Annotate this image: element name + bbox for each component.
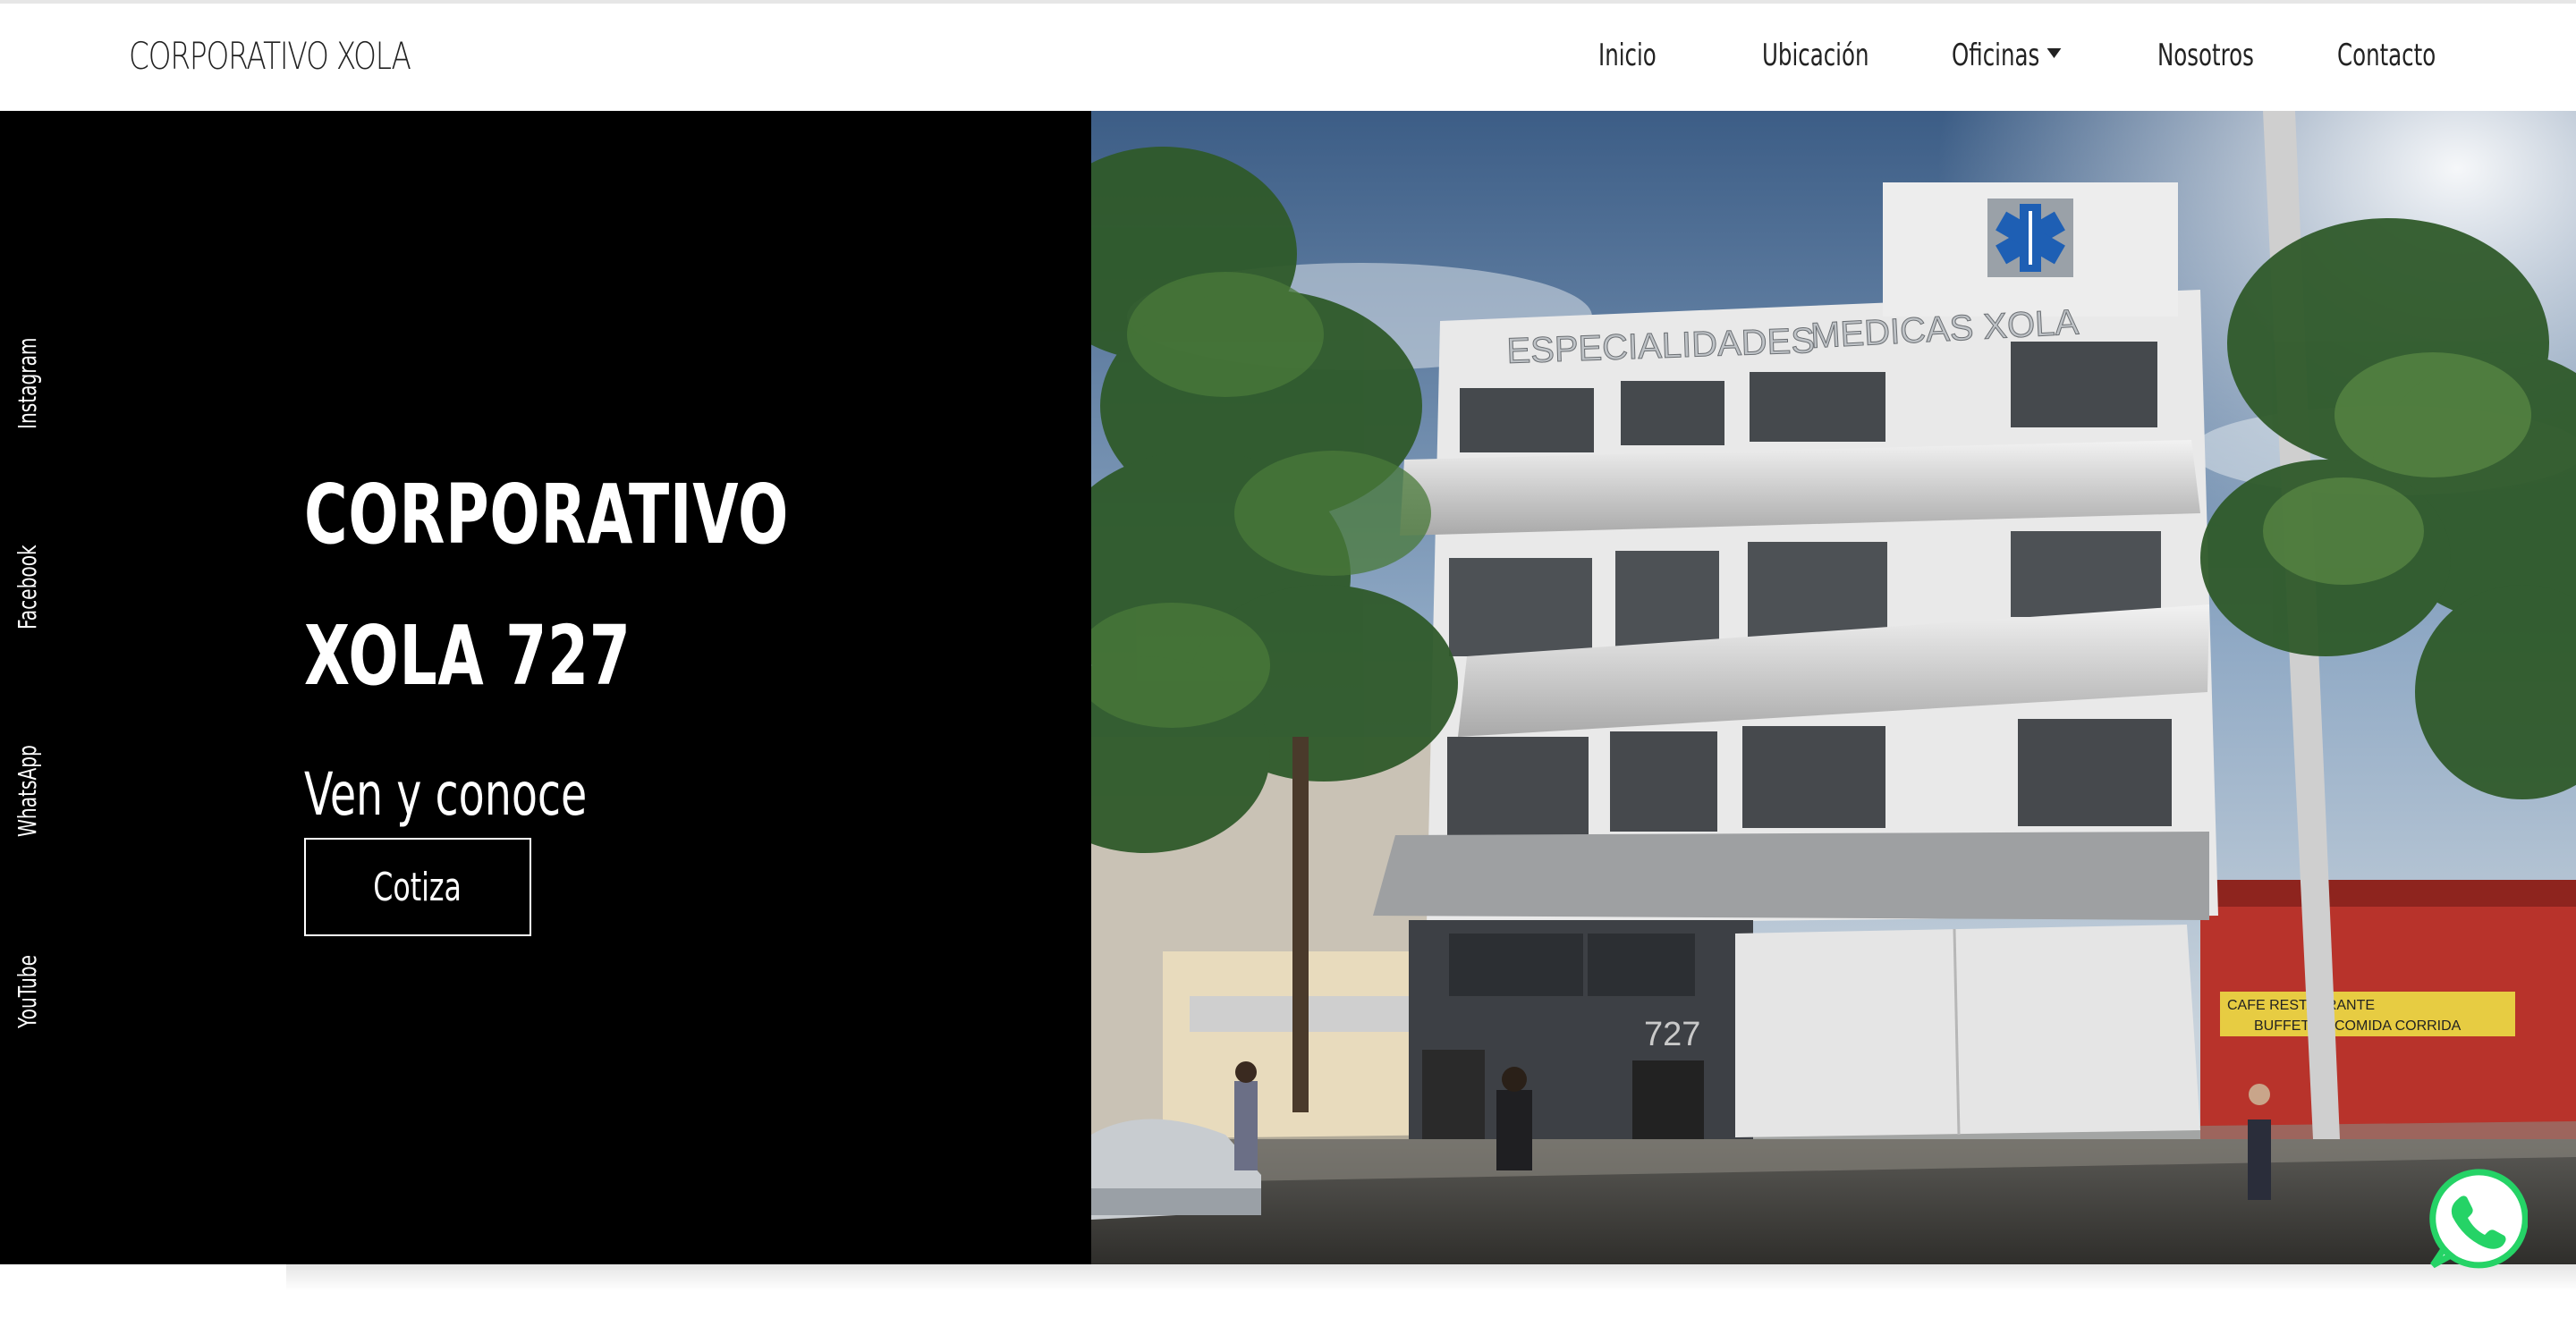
- section-shadow: [286, 1264, 2576, 1291]
- whatsapp-float-button[interactable]: [2424, 1167, 2529, 1271]
- shop-sign-2: BUFFET: [2254, 1018, 2309, 1034]
- street-number: 727: [1644, 1016, 1700, 1053]
- hero-title-line1: CORPORATIVO: [304, 467, 790, 562]
- social-instagram[interactable]: Instagram: [13, 302, 42, 429]
- social-youtube-label: YouTube: [13, 955, 42, 1028]
- navbar: CORPORATIVO XOLA Inicio Ubicación Oficin…: [0, 4, 2576, 111]
- bottom-section: [0, 1264, 2576, 1318]
- whatsapp-icon: [2429, 1169, 2529, 1269]
- hero-subtitle: Ven y conoce: [304, 760, 588, 829]
- shop-sign-3: COMIDA CORRIDA: [2334, 1018, 2462, 1034]
- building-image: CAFE RESTAURANTE BUFFET COMIDA CORRIDA E…: [1091, 111, 2576, 1264]
- hero-section: Instagram Facebook WhatsApp YouTube CORP…: [0, 111, 2576, 1264]
- nav-nosotros[interactable]: Nosotros: [2157, 38, 2254, 73]
- chevron-down-icon: [2046, 48, 2062, 58]
- social-youtube[interactable]: YouTube: [13, 926, 42, 1028]
- nav-ubicacion[interactable]: Ubicación: [1762, 38, 1868, 73]
- brand-logo[interactable]: CORPORATIVO XOLA: [129, 34, 411, 78]
- social-whatsapp[interactable]: WhatsApp: [13, 709, 42, 837]
- nav-inicio[interactable]: Inicio: [1598, 38, 1657, 73]
- social-whatsapp-label: WhatsApp: [13, 745, 42, 837]
- nav-oficinas[interactable]: Oficinas: [1952, 38, 2062, 73]
- social-facebook-label: Facebook: [13, 545, 42, 629]
- nav-oficinas-label: Oficinas: [1952, 38, 2040, 73]
- cotiza-button[interactable]: Cotiza: [304, 838, 531, 936]
- cotiza-button-label: Cotiza: [373, 864, 462, 910]
- social-facebook[interactable]: Facebook: [13, 511, 42, 629]
- hero-title-line2: XOLA 727: [304, 608, 631, 704]
- nav-contacto[interactable]: Contacto: [2337, 38, 2436, 73]
- hero-text-panel: Instagram Facebook WhatsApp YouTube CORP…: [0, 111, 1091, 1264]
- social-links: Instagram Facebook WhatsApp YouTube: [0, 111, 48, 1264]
- building-render: CAFE RESTAURANTE BUFFET COMIDA CORRIDA E…: [1091, 111, 2576, 1264]
- social-instagram-label: Instagram: [13, 337, 42, 429]
- shop-sign-1: CAFE RESTAURANTE: [2227, 998, 2375, 1013]
